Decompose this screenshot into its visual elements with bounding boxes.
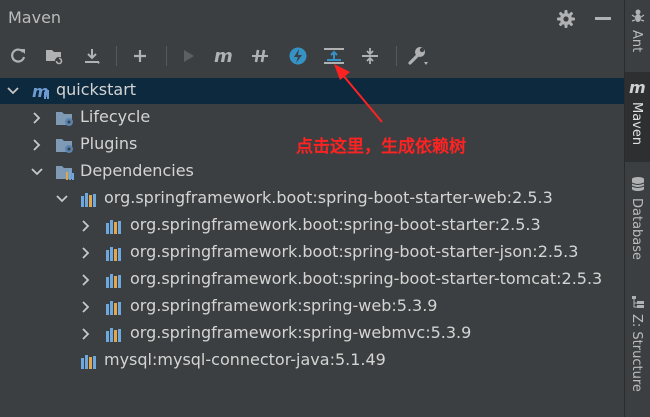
- toolbar-separator: [116, 46, 117, 66]
- maven-tool-window: Maven m m quickstart Lifecycle Plugins D…: [0, 0, 624, 417]
- tree-label: org.springframework.boot:spring-boot-sta…: [130, 215, 541, 234]
- chevron-right-icon[interactable]: [30, 137, 44, 151]
- library-icon: [80, 352, 98, 370]
- tree-label: org.springframework.boot:spring-boot-sta…: [130, 269, 603, 288]
- library-icon: [80, 190, 98, 208]
- ant-icon: [630, 8, 646, 24]
- tree-node-dependency[interactable]: org.springframework.boot:spring-boot-sta…: [0, 240, 624, 266]
- svg-text:m: m: [629, 78, 646, 97]
- lifecycle-folder-icon: [55, 109, 73, 127]
- svg-text:m: m: [32, 82, 49, 100]
- generate-sources-icon[interactable]: [42, 44, 66, 68]
- tree-node-dependency[interactable]: mysql:mysql-connector-java:5.1.49: [0, 348, 624, 374]
- tree-node-dependency[interactable]: org.springframework.boot:spring-boot-sta…: [0, 186, 624, 212]
- annotation-text: 点击这里，生成依赖树: [296, 137, 466, 157]
- tree-label: Plugins: [80, 134, 138, 153]
- structure-tab-label: Z: Structure: [629, 314, 644, 392]
- tree-label: Dependencies: [80, 161, 194, 180]
- database-tab-label: Database: [629, 198, 644, 261]
- minimize-icon[interactable]: [595, 17, 611, 20]
- tree-label: org.springframework.boot:spring-boot-sta…: [104, 188, 553, 207]
- dependencies-folder-icon: [55, 163, 74, 181]
- library-icon: [105, 217, 123, 235]
- tree-node-project[interactable]: m quickstart: [0, 78, 624, 104]
- tree-label: Lifecycle: [80, 107, 151, 126]
- maven-toolbar: m: [0, 36, 624, 76]
- toolbar-separator: [396, 46, 397, 66]
- database-tab[interactable]: Database: [625, 170, 650, 280]
- tree-label: org.springframework:spring-web:5.3.9: [130, 296, 438, 315]
- chevron-down-icon[interactable]: [30, 164, 44, 178]
- library-icon: [105, 298, 123, 316]
- library-icon: [105, 244, 123, 262]
- maven-m-icon: m: [628, 78, 648, 98]
- database-icon: [630, 176, 646, 192]
- run-icon[interactable]: [176, 44, 200, 68]
- gear-icon[interactable]: [556, 9, 576, 29]
- toolbar-separator: [166, 46, 167, 66]
- chevron-right-icon[interactable]: [79, 326, 93, 340]
- chevron-down-icon[interactable]: [6, 83, 20, 97]
- svg-text:m: m: [214, 46, 233, 66]
- chevron-right-icon[interactable]: [79, 272, 93, 286]
- tool-window-header: Maven: [0, 0, 624, 36]
- refresh-icon[interactable]: [6, 44, 30, 68]
- chevron-right-icon[interactable]: [79, 218, 93, 232]
- tree-node-lifecycle[interactable]: Lifecycle: [0, 105, 624, 131]
- ant-tab[interactable]: Ant: [625, 0, 650, 66]
- ant-tab-label: Ant: [629, 30, 644, 53]
- download-icon[interactable]: [80, 44, 104, 68]
- tree-label: mysql:mysql-connector-java:5.1.49: [104, 350, 386, 369]
- tree-node-dependency[interactable]: org.springframework:spring-webmvc:5.3.9: [0, 321, 624, 347]
- execute-goal-icon[interactable]: m: [212, 44, 236, 68]
- tree-label: quickstart: [56, 80, 137, 99]
- tree-node-dependency[interactable]: org.springframework.boot:spring-boot-sta…: [0, 213, 624, 239]
- chevron-right-icon[interactable]: [30, 110, 44, 124]
- toggle-offline-icon[interactable]: [248, 44, 272, 68]
- structure-tab[interactable]: Z: Structure: [625, 288, 650, 398]
- right-tool-window-bar: Ant m Maven Database Z: Structure: [624, 0, 650, 417]
- skip-tests-icon[interactable]: [286, 44, 310, 68]
- chevron-right-icon[interactable]: [79, 245, 93, 259]
- tree-label: org.springframework.boot:spring-boot-sta…: [130, 242, 579, 261]
- structure-icon: [631, 294, 645, 308]
- maven-tab-label: Maven: [629, 102, 644, 146]
- chevron-right-icon[interactable]: [79, 299, 93, 313]
- tree-node-dependency[interactable]: org.springframework.boot:spring-boot-sta…: [0, 267, 624, 293]
- add-icon[interactable]: [128, 44, 152, 68]
- chevron-down-icon[interactable]: [55, 191, 69, 205]
- tree-node-dependencies[interactable]: Dependencies: [0, 159, 624, 185]
- library-icon: [105, 271, 123, 289]
- annotation-arrow: [334, 64, 383, 123]
- maven-project-icon: m: [32, 82, 50, 101]
- library-icon: [105, 325, 123, 343]
- tree-label: org.springframework:spring-webmvc:5.3.9: [130, 323, 472, 342]
- settings-wrench-icon[interactable]: [406, 44, 430, 68]
- tree-node-dependency[interactable]: org.springframework:spring-web:5.3.9: [0, 294, 624, 320]
- tool-window-title: Maven: [8, 8, 62, 27]
- plugins-folder-icon: [55, 136, 73, 154]
- maven-tab[interactable]: m Maven: [625, 72, 650, 162]
